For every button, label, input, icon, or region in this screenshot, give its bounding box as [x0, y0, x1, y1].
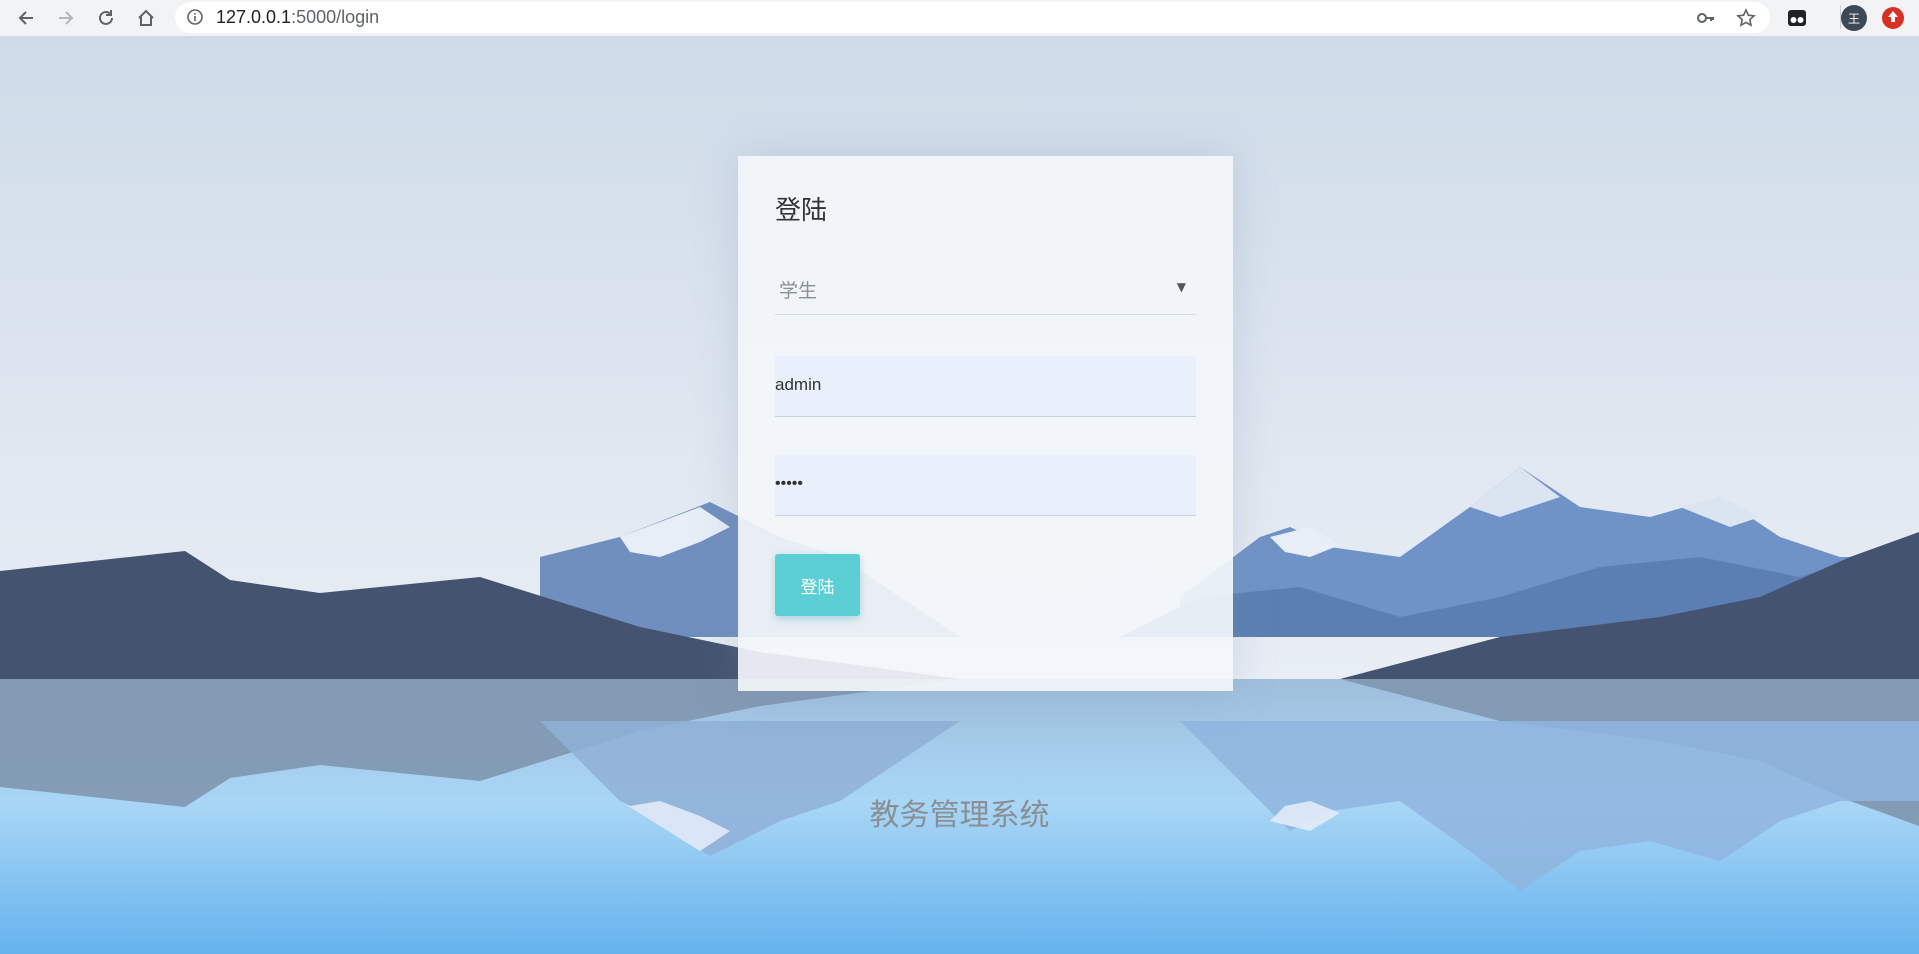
- home-icon[interactable]: [132, 4, 160, 32]
- password-input[interactable]: •••••: [775, 455, 1196, 516]
- alert-extension-icon[interactable]: [1880, 5, 1906, 31]
- login-card: 登陆 学生 ▼ admin ••••• 登陆: [738, 156, 1233, 691]
- username-input[interactable]: admin: [775, 356, 1196, 417]
- chevron-down-icon: ▼: [1176, 280, 1186, 294]
- url-text: 127.0.0.1:5000/login: [216, 7, 380, 27]
- extension-icon[interactable]: [1784, 5, 1810, 31]
- system-name: 教务管理系统: [869, 798, 1050, 833]
- address-bar[interactable]: 127.0.0.1:5000/login: [175, 2, 1770, 33]
- star-icon[interactable]: [1736, 8, 1756, 28]
- back-arrow-icon[interactable]: [12, 4, 40, 32]
- role-select-value: 学生: [779, 280, 818, 302]
- password-value: •••••: [775, 475, 804, 492]
- login-title: 登陆: [775, 196, 828, 226]
- login-button-label: 登陆: [800, 577, 835, 598]
- profile-avatar[interactable]: 王: [1841, 5, 1867, 31]
- reload-icon[interactable]: [92, 4, 120, 32]
- role-select[interactable]: 学生 ▼: [775, 264, 1196, 315]
- forward-arrow-icon[interactable]: [52, 4, 80, 32]
- login-button[interactable]: 登陆: [775, 554, 860, 616]
- username-value: admin: [775, 375, 822, 394]
- info-icon[interactable]: [187, 9, 203, 25]
- browser-toolbar: 127.0.0.1:5000/login 王: [0, 0, 1919, 37]
- key-icon[interactable]: [1696, 8, 1716, 28]
